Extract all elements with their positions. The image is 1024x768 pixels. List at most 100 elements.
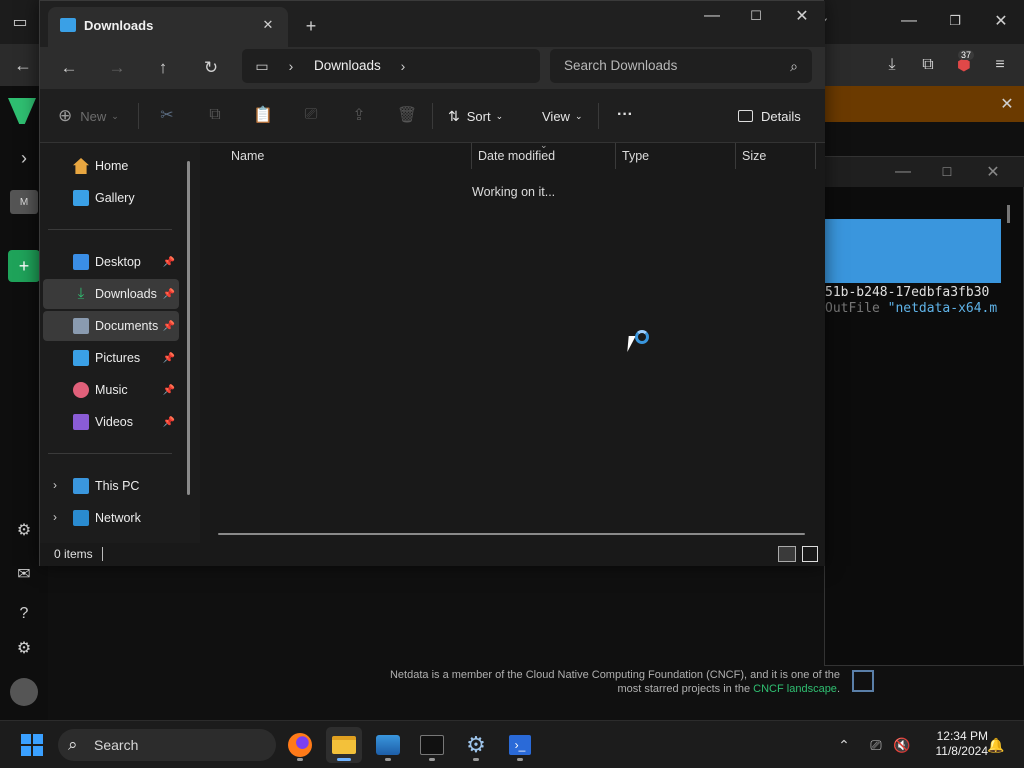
pin-icon[interactable]: 📌	[163, 289, 175, 300]
terminal-scrollbar[interactable]	[1007, 205, 1010, 223]
browser-download-icon[interactable]: ⤓	[880, 54, 904, 76]
help-icon[interactable]: ?	[12, 602, 36, 626]
more-options-icon[interactable]: ···	[612, 104, 638, 126]
user-avatar-icon[interactable]	[10, 678, 38, 706]
new-tab-icon[interactable]: +	[300, 15, 322, 37]
space-avatar-icon[interactable]: M	[10, 190, 38, 214]
nav-item-this-pc[interactable]: › This PC	[43, 471, 179, 501]
start-button[interactable]	[14, 727, 50, 763]
view-button[interactable]: View ⌄	[542, 105, 583, 127]
cut-icon[interactable]: ✂	[156, 104, 178, 126]
nav-item-network[interactable]: › Network	[43, 503, 179, 533]
column-header-name[interactable]: Name	[225, 143, 472, 169]
nav-item-desktop[interactable]: Desktop 📌	[43, 247, 179, 277]
details-view-icon[interactable]	[778, 546, 796, 562]
pin-icon[interactable]: 📌	[163, 353, 175, 364]
taskbar-firefox[interactable]	[282, 727, 318, 763]
copy-icon[interactable]: ⧉	[204, 104, 226, 126]
loading-text: Working on it...	[472, 185, 556, 199]
sort-icon: ⇅	[448, 107, 460, 124]
browser-close-icon[interactable]: ✕	[988, 10, 1014, 32]
expand-chevron-icon[interactable]: ›	[53, 478, 57, 492]
taskbar-search-icon: ⌕	[68, 735, 78, 754]
terminal-maximize-icon[interactable]: ☐	[937, 163, 957, 181]
terminal-window: — ☐ ✕ 51b-b248-17edbfa3fb30 OutFile "net…	[824, 156, 1024, 666]
horizontal-scrollbar[interactable]	[218, 533, 805, 535]
new-button[interactable]: ⊕ New ⌄	[58, 105, 119, 127]
minimize-icon[interactable]: —	[700, 5, 724, 27]
address-bar[interactable]: ▭ › Downloads ›	[242, 49, 540, 83]
back-icon[interactable]: ←	[56, 55, 82, 81]
nav-item-gallery[interactable]: Gallery	[43, 183, 179, 213]
clock[interactable]: 12:34 PM 11/8/2024	[918, 729, 989, 759]
browser-back-icon[interactable]: ←	[10, 54, 36, 76]
tab-close-icon[interactable]: ✕	[258, 15, 278, 35]
network-tray-icon[interactable]: ⎚	[866, 735, 886, 755]
cncf-line-2-prefix: most starred projects in the	[617, 683, 754, 695]
forward-icon[interactable]: →	[104, 55, 130, 81]
taskbar-settings[interactable]: ⚙	[458, 727, 494, 763]
pin-icon[interactable]: 📌	[163, 321, 175, 332]
share-icon[interactable]: ⇪	[348, 104, 370, 126]
sort-button[interactable]: ⇅ Sort ⌄	[448, 105, 503, 127]
view-label: View	[542, 108, 570, 124]
tab-actions-icon[interactable]: ▭	[8, 12, 32, 32]
rename-icon[interactable]: ⎚	[300, 104, 322, 126]
column-header-size[interactable]: Size	[736, 143, 816, 169]
show-hidden-icons-chevron-icon[interactable]: ⌃	[834, 735, 854, 755]
expand-rail-icon[interactable]: ›	[12, 146, 36, 170]
sort-indicator-icon: ⌄	[540, 140, 548, 150]
taskbar-photos[interactable]	[370, 727, 406, 763]
close-icon[interactable]: ✕	[790, 5, 814, 27]
nav-item-pictures[interactable]: Pictures 📌	[43, 343, 179, 373]
volume-muted-icon[interactable]: 🔇	[892, 735, 912, 755]
browser-menu-icon[interactable]: ≡	[988, 54, 1012, 76]
pin-icon[interactable]: 📌	[163, 417, 175, 428]
breadcrumb-chevron-icon[interactable]: ›	[284, 56, 298, 76]
search-box[interactable]: Search Downloads ⌕	[550, 49, 812, 83]
nav-item-documents[interactable]: Documents 📌	[43, 311, 179, 341]
banner-close-icon[interactable]: ✕	[996, 94, 1018, 114]
explorer-tab-downloads[interactable]: Downloads ✕	[48, 7, 288, 47]
nav-item-music[interactable]: Music 📌	[43, 375, 179, 405]
column-header-type[interactable]: Type	[616, 143, 736, 169]
netdata-logo-icon[interactable]	[8, 98, 36, 124]
extensions-icon[interactable]: ⧉	[916, 54, 940, 76]
settings-icon[interactable]: ⚙	[12, 636, 36, 660]
large-icons-view-icon[interactable]	[802, 546, 818, 562]
taskbar-powershell[interactable]: ›_	[502, 727, 538, 763]
nav-item-home[interactable]: Home	[43, 151, 179, 181]
terminal-close-icon[interactable]: ✕	[983, 163, 1003, 181]
nav-item-downloads[interactable]: ⤓ Downloads 📌	[43, 279, 179, 309]
pin-icon[interactable]: 📌	[163, 257, 175, 268]
refresh-icon[interactable]: ↻	[198, 55, 224, 81]
maximize-icon[interactable]: ☐	[744, 5, 768, 27]
cncf-line-2-suffix: .	[836, 683, 840, 695]
mail-icon[interactable]: ✉	[12, 562, 36, 586]
delete-icon[interactable]: 🗑	[396, 104, 418, 126]
nav-pane-scrollbar[interactable]	[187, 161, 190, 495]
breadcrumb-chevron-2-icon[interactable]: ›	[396, 56, 410, 76]
notification-bell-icon[interactable]: 🔔	[986, 735, 1006, 755]
details-button[interactable]: Details	[738, 105, 801, 127]
taskbar-terminal[interactable]	[414, 727, 450, 763]
item-count: 0 items	[54, 547, 93, 561]
search-icon[interactable]: ⌕	[784, 56, 804, 76]
taskbar-file-explorer[interactable]	[326, 727, 362, 763]
integrations-icon[interactable]: ⚙	[12, 518, 36, 542]
breadcrumb-downloads[interactable]: Downloads	[314, 58, 381, 73]
nav-item-videos[interactable]: Videos 📌	[43, 407, 179, 437]
terminal-minimize-icon[interactable]: —	[893, 163, 913, 181]
expand-chevron-icon[interactable]: ›	[53, 510, 57, 524]
powershell-icon: ›_	[509, 735, 531, 755]
cncf-footer-text: Netdata is a member of the Cloud Native …	[300, 668, 840, 696]
paste-icon[interactable]: 📋	[252, 104, 274, 126]
add-space-icon[interactable]: +	[8, 250, 40, 282]
cncf-landscape-link[interactable]: CNCF landscape	[753, 683, 837, 695]
home-icon	[73, 158, 89, 174]
taskbar-search[interactable]: ⌕ Search	[58, 729, 276, 761]
browser-restore-icon[interactable]: ❐	[942, 10, 968, 32]
up-icon[interactable]: ↑	[150, 55, 176, 81]
pin-icon[interactable]: 📌	[163, 385, 175, 396]
browser-minimize-icon[interactable]: —	[896, 10, 922, 32]
